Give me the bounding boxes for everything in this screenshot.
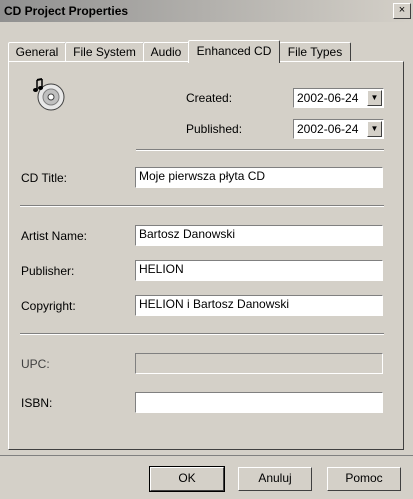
created-label: Created: xyxy=(186,91,233,105)
tab-audio[interactable]: Audio xyxy=(143,42,189,61)
separator xyxy=(20,205,384,207)
tab-file-types[interactable]: File Types xyxy=(279,42,351,61)
published-date-value: 2002-06-24 xyxy=(297,122,359,136)
copyright-label: Copyright: xyxy=(21,299,76,313)
cd-title-label: CD Title: xyxy=(21,171,68,185)
divider xyxy=(0,455,413,456)
tab-general[interactable]: General xyxy=(8,42,66,61)
window-title: CD Project Properties xyxy=(4,4,129,18)
cd-title-field[interactable]: Moje pierwsza płyta CD xyxy=(135,167,383,188)
cancel-button[interactable]: Anuluj xyxy=(238,467,312,491)
tab-enhanced-cd[interactable]: Enhanced CD xyxy=(188,40,280,63)
published-label: Published: xyxy=(186,122,243,136)
copyright-field[interactable]: HELION i Bartosz Danowski xyxy=(135,295,383,316)
dropdown-arrow-icon[interactable]: ▼ xyxy=(367,90,382,106)
cd-music-icon xyxy=(33,78,65,111)
publisher-label: Publisher: xyxy=(21,264,75,278)
artist-name-label: Artist Name: xyxy=(21,229,88,243)
upc-label: UPC: xyxy=(21,357,50,371)
isbn-label: ISBN: xyxy=(21,396,53,410)
tab-file-system[interactable]: File System xyxy=(65,42,144,61)
dropdown-arrow-icon[interactable]: ▼ xyxy=(367,121,382,137)
separator xyxy=(136,149,384,151)
created-date-picker[interactable]: 2002-06-24 ▼ xyxy=(293,88,384,108)
published-date-picker[interactable]: 2002-06-24 ▼ xyxy=(293,119,384,139)
isbn-field[interactable] xyxy=(135,392,383,413)
publisher-field[interactable]: HELION xyxy=(135,260,383,281)
created-date-value: 2002-06-24 xyxy=(297,91,359,105)
title-bar: CD Project Properties × xyxy=(0,0,413,22)
artist-name-field[interactable]: Bartosz Danowski xyxy=(135,225,383,246)
upc-field xyxy=(135,353,383,374)
close-button[interactable]: × xyxy=(393,3,411,19)
help-button[interactable]: Pomoc xyxy=(327,467,401,491)
separator xyxy=(20,333,384,335)
close-icon: × xyxy=(398,4,406,16)
ok-button[interactable]: OK xyxy=(149,466,225,492)
